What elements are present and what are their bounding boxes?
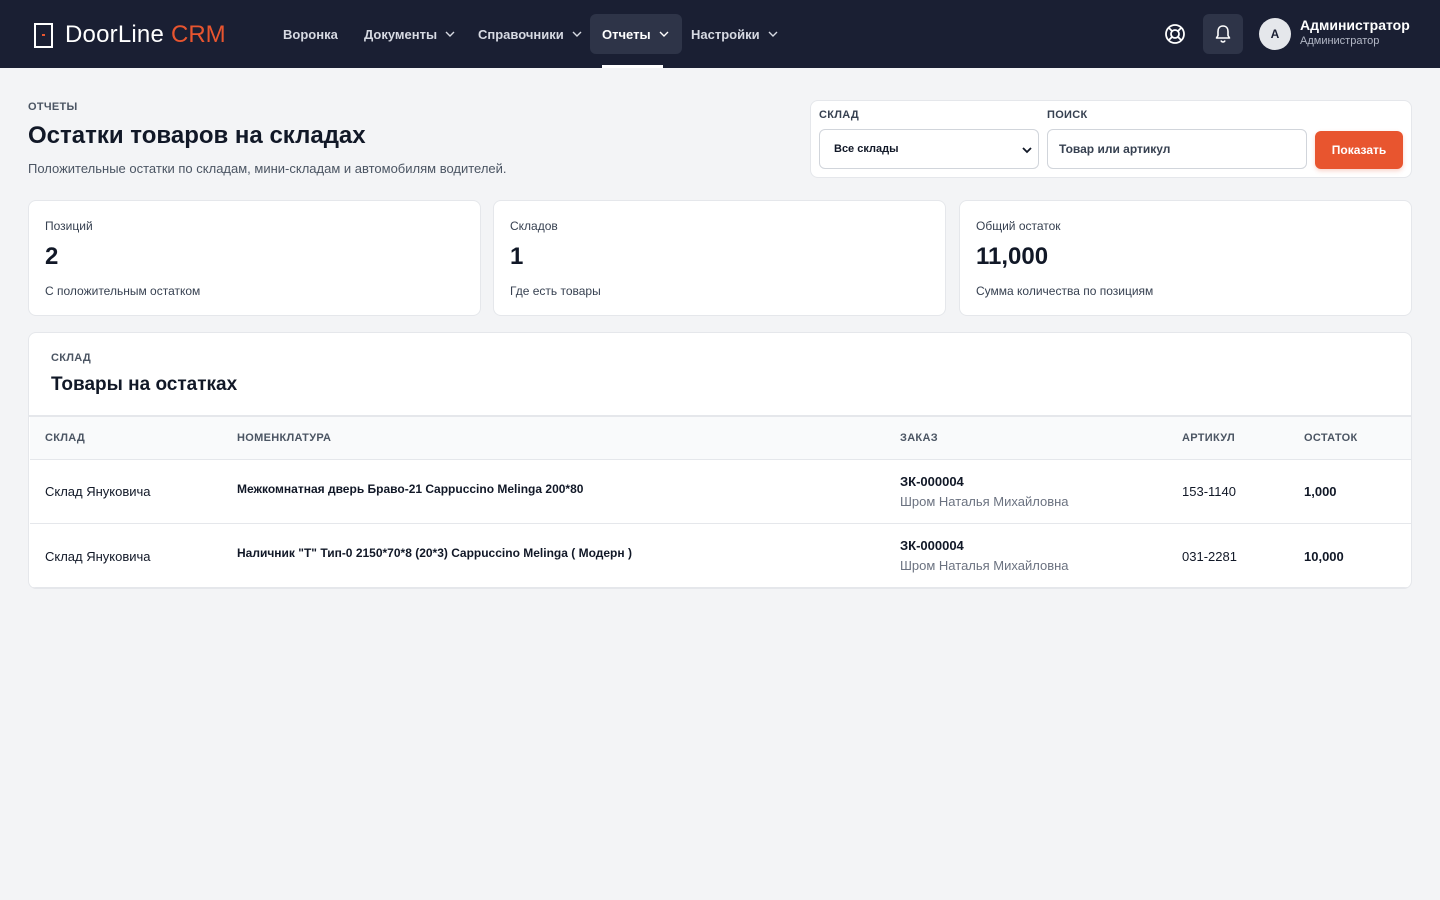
cell-qty: 1,000: [1304, 484, 1337, 499]
lifebuoy-icon: [1165, 24, 1185, 44]
user-name[interactable]: Администратор: [1300, 17, 1410, 33]
notifications-button[interactable]: [1203, 14, 1243, 54]
column-header-warehouse[interactable]: СКЛАД: [45, 432, 85, 444]
user-role: Администратор: [1300, 35, 1380, 47]
table-eyebrow: СКЛАД: [51, 352, 92, 364]
active-nav-indicator: [602, 65, 663, 68]
page-subtitle: Положительные остатки по складам, мини-с…: [28, 161, 507, 176]
nav-item-label: Документы: [364, 26, 438, 42]
stat-value: 1: [510, 243, 524, 270]
stat-card-warehouses: Складов 1 Где есть товары: [493, 200, 946, 316]
page-title: Остатки товаров на складах: [28, 122, 366, 149]
stock-table-card: СКЛАД Товары на остатках СКЛАД НОМЕНКЛАТ…: [28, 332, 1412, 589]
chevron-down-icon: [445, 31, 455, 37]
nav-item-references[interactable]: Справочники: [466, 14, 595, 54]
chevron-down-icon: [572, 31, 582, 37]
search-filter-label: ПОИСК: [1047, 109, 1088, 121]
stat-label: Позиций: [45, 219, 93, 233]
help-button[interactable]: [1155, 14, 1195, 54]
cell-sku: 031-2281: [1182, 549, 1237, 564]
cell-qty: 10,000: [1304, 549, 1344, 564]
stat-value: 11,000: [976, 243, 1049, 270]
nav-item-documents[interactable]: Документы: [352, 14, 468, 54]
table-title: Товары на остатках: [51, 374, 238, 395]
stat-note: С положительным остатком: [45, 284, 201, 298]
stat-label: Общий остаток: [976, 219, 1061, 233]
warehouse-select-value: Все склады: [834, 143, 899, 155]
table-header: СКЛАД НОМЕНКЛАТУРА ЗАКАЗ АРТИКУЛ ОСТАТОК: [30, 417, 1411, 460]
chevron-down-icon: [768, 31, 778, 37]
cell-warehouse: Склад Януковича: [45, 484, 151, 499]
door-icon: [34, 22, 53, 48]
cell-item: Межкомнатная дверь Браво-21 Cappuccino M…: [237, 482, 584, 496]
search-input[interactable]: [1047, 129, 1307, 169]
cell-item: Наличник "Т" Тип-0 2150*70*8 (20*3) Capp…: [237, 546, 632, 560]
column-header-item[interactable]: НОМЕНКЛАТУРА: [237, 432, 331, 444]
column-header-order[interactable]: ЗАКАЗ: [900, 432, 938, 444]
warehouse-select[interactable]: Все склады: [819, 129, 1039, 169]
brand-name: DoorLine: [65, 21, 164, 48]
stat-value: 2: [45, 243, 59, 270]
avatar[interactable]: А: [1259, 18, 1291, 50]
chevron-down-icon: [1022, 147, 1032, 154]
cell-sku: 153-1140: [1182, 484, 1236, 499]
nav-item-label: Отчеты: [602, 26, 651, 42]
warehouse-filter-label: СКЛАД: [819, 109, 860, 121]
column-header-qty[interactable]: ОСТАТОК: [1304, 432, 1357, 444]
cell-order[interactable]: ЗК-000004: [900, 538, 964, 553]
nav-item-label: Настройки: [691, 26, 760, 42]
nav-item-label: Воронка: [283, 26, 338, 42]
brand-logo[interactable]: DoorLine CRM: [34, 22, 226, 48]
stat-note: Сумма количества по позициям: [976, 284, 1154, 298]
page-eyebrow: ОТЧЕТЫ: [28, 101, 78, 113]
table-row[interactable]: Склад Януковича Наличник "Т" Тип-0 2150*…: [30, 524, 1411, 588]
top-navbar: DoorLine CRM Воронка Документы Справочни…: [0, 0, 1440, 68]
column-header-sku[interactable]: АРТИКУЛ: [1182, 432, 1235, 444]
cell-customer: Шром Наталья Михайловна: [900, 558, 1069, 573]
brand-suffix: CRM: [171, 21, 226, 48]
nav-item-reports[interactable]: Отчеты: [590, 14, 682, 54]
stat-note: Где есть товары: [510, 284, 601, 298]
cell-order[interactable]: ЗК-000004: [900, 474, 964, 489]
stat-label: Складов: [510, 219, 558, 233]
nav-item-settings[interactable]: Настройки: [679, 14, 791, 54]
cell-warehouse: Склад Януковича: [45, 549, 151, 564]
bell-icon: [1215, 25, 1231, 43]
table-row[interactable]: Склад Януковича Межкомнатная дверь Браво…: [30, 460, 1411, 524]
nav-item-label: Справочники: [478, 26, 564, 42]
chevron-down-icon: [659, 31, 669, 37]
show-button[interactable]: Показать: [1315, 131, 1403, 169]
stat-card-total: Общий остаток 11,000 Сумма количества по…: [959, 200, 1412, 316]
nav-item-funnel[interactable]: Воронка: [271, 14, 350, 54]
stat-card-positions: Позиций 2 С положительным остатком: [28, 200, 481, 316]
cell-customer: Шром Наталья Михайловна: [900, 494, 1069, 509]
